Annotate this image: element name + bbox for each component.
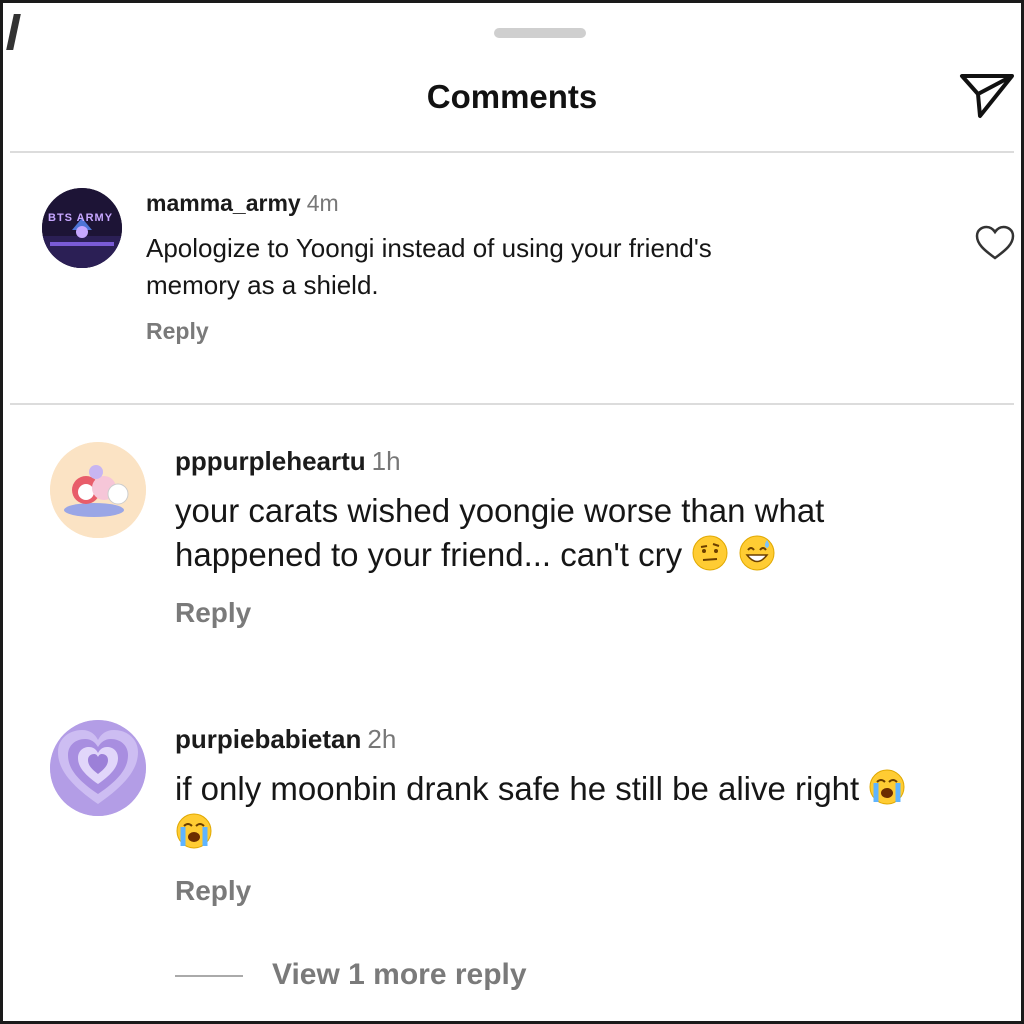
reply-button[interactable]: Reply <box>175 597 251 629</box>
view-more-replies-button[interactable]: View 1 more reply <box>272 958 527 992</box>
comment-text-line: happened to your friend... can't cry <box>175 533 824 577</box>
comment-text-line: Apologize to Yoongi instead of using you… <box>146 233 712 263</box>
crying-emoji <box>869 769 905 805</box>
comment-text-line: if only moonbin drank safe he still be a… <box>175 767 1021 811</box>
avatar-text: BTS ARMY <box>48 212 114 224</box>
comment-meta: pppurpleheartu 1h <box>175 446 401 477</box>
concert-stage-avatar-image <box>42 188 122 268</box>
view-more-divider <box>175 975 243 977</box>
timestamp: 4m <box>306 190 339 216</box>
crying-emoji <box>176 813 212 849</box>
comment-divider <box>10 403 1014 405</box>
sheet-grab-handle[interactable] <box>494 28 586 38</box>
comment-text-line: memory as a shield. <box>146 270 379 300</box>
bt21-characters-avatar-image <box>50 442 146 538</box>
comment-text-fragment: if only moonbin drank safe he still be a… <box>175 770 860 807</box>
comment-meta: purpiebabietan 2h <box>175 724 396 755</box>
username[interactable]: mamma_army <box>146 190 301 216</box>
comment-text: Apologize to Yoongi instead of using you… <box>146 230 712 304</box>
reply-button[interactable]: Reply <box>146 318 209 345</box>
purple-heart-avatar-image <box>50 720 146 816</box>
grinning-sweat-emoji <box>739 535 775 571</box>
raised-eyebrow-emoji <box>692 535 728 571</box>
comment-text-line: your carats wished yoongie worse than wh… <box>175 492 825 529</box>
timestamp: 2h <box>367 724 397 754</box>
avatar[interactable]: BTS ARMY <box>42 188 122 268</box>
avatar[interactable] <box>50 720 146 816</box>
username[interactable]: pppurpleheartu <box>175 446 366 476</box>
heart-outline-icon[interactable] <box>974 224 1016 262</box>
comment-text: your carats wished yoongie worse than wh… <box>175 489 824 577</box>
comment-text-fragment: happened to your friend... can't cry <box>175 536 683 573</box>
page-title: Comments <box>426 78 598 115</box>
comment-text-line <box>175 811 1021 855</box>
comment-meta: mamma_army 4m <box>146 190 339 217</box>
send-icon[interactable] <box>958 68 1016 122</box>
timestamp: 1h <box>371 446 401 476</box>
header-divider <box>10 151 1014 153</box>
username[interactable]: purpiebabietan <box>175 724 361 754</box>
reply-button[interactable]: Reply <box>175 875 251 907</box>
comment-text: if only moonbin drank safe he still be a… <box>175 767 1021 859</box>
avatar[interactable] <box>50 442 146 538</box>
